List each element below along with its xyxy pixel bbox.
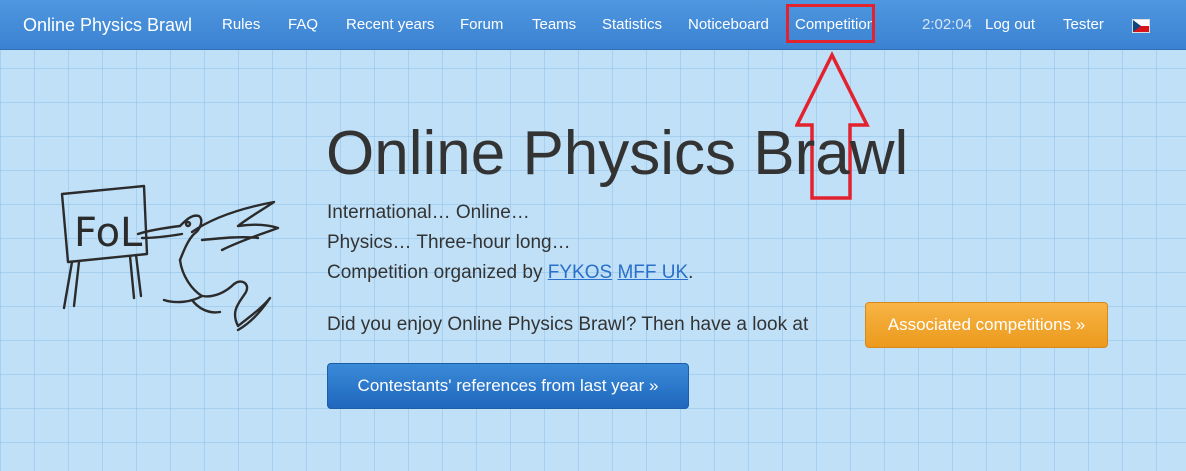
nav-faq[interactable]: FAQ xyxy=(288,0,318,50)
nav-noticeboard[interactable]: Noticeboard xyxy=(688,0,769,50)
fol-mascot-logo: FoL xyxy=(60,184,280,332)
czech-flag-icon[interactable] xyxy=(1132,19,1150,33)
mff-uk-link[interactable]: MFF UK xyxy=(617,262,688,283)
nav-rules[interactable]: Rules xyxy=(222,0,260,50)
nav-forum[interactable]: Forum xyxy=(460,0,503,50)
competition-highlight-box xyxy=(786,4,875,43)
contestants-references-button[interactable]: Contestants' references from last year » xyxy=(327,363,689,409)
tagline-line-3: Competition organized by FYKOS MFF UK. xyxy=(327,258,693,288)
user-link[interactable]: Tester xyxy=(1063,0,1104,50)
fykos-link[interactable]: FYKOS xyxy=(548,262,612,283)
countdown-clock: 2:02:04 xyxy=(922,16,973,33)
organizer-suffix: . xyxy=(688,262,694,283)
tagline-line-2: Physics… Three-hour long… xyxy=(327,232,571,253)
nav-statistics[interactable]: Statistics xyxy=(602,0,662,50)
organizer-prefix: Competition organized by xyxy=(327,262,548,283)
enjoy-text: Did you enjoy Online Physics Brawl? Then… xyxy=(327,314,809,335)
top-navbar: Online Physics Brawl Rules FAQ Recent ye… xyxy=(0,0,1186,50)
logout-link[interactable]: Log out xyxy=(985,0,1035,50)
associated-competitions-button[interactable]: Associated competitions » xyxy=(865,302,1108,348)
nav-teams[interactable]: Teams xyxy=(532,0,576,50)
logo-sign-text: FoL xyxy=(74,210,143,256)
brand-link[interactable]: Online Physics Brawl xyxy=(23,0,192,50)
nav-recent-years[interactable]: Recent years xyxy=(346,0,434,50)
page-title: Online Physics Brawl xyxy=(326,119,909,188)
tagline-line-1: International… Online… xyxy=(327,202,530,223)
